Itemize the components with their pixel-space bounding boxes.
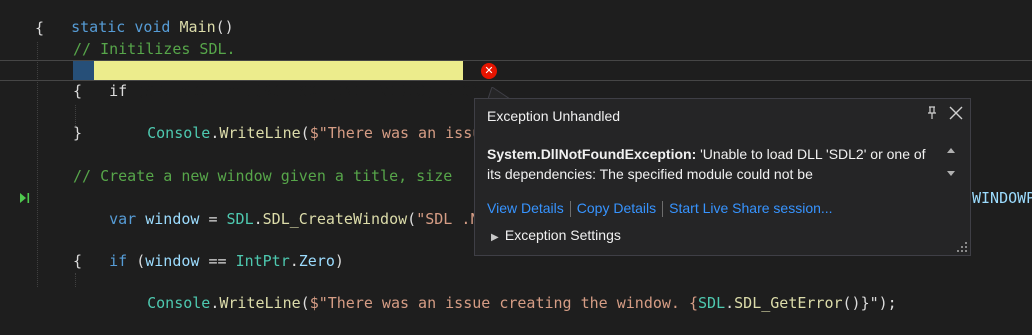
view-details-link[interactable]: View Details (487, 200, 564, 216)
exception-settings-toggle[interactable]: ▶ Exception Settings (491, 225, 621, 248)
resize-grip-icon[interactable] (957, 242, 967, 252)
pin-icon[interactable] (924, 105, 940, 121)
chevron-right-icon: ▶ (491, 232, 499, 243)
code-line[interactable]: { (73, 251, 82, 272)
message-scrollbar[interactable] (942, 142, 960, 184)
scroll-up-icon (947, 148, 955, 153)
popup-title: Exception Unhandled (487, 108, 621, 124)
code-line[interactable]: static void Main() (35, 0, 234, 36)
exception-line[interactable]: if (SDL.SDL_Init(SDL.SDL_INIT_VIDEO) < 0… (73, 60, 479, 100)
live-share-link[interactable]: Start Live Share session... (669, 200, 832, 216)
code-line-overflow[interactable]: WINDOWP (972, 188, 1032, 209)
error-icon[interactable]: ✕ (481, 63, 497, 79)
link-separator (569, 201, 571, 218)
code-line[interactable]: { (35, 18, 44, 39)
exception-message: System.DllNotFoundException: 'Unable to … (487, 144, 927, 184)
code-comment[interactable]: // Create a new window given a title, si… (73, 166, 452, 187)
code-line[interactable]: if (window == IntPtr.Zero) (73, 230, 344, 270)
exception-popup: Exception Unhandled System.DllNotFoundEx… (474, 98, 971, 256)
run-to-click-icon[interactable] (19, 191, 31, 205)
code-comment[interactable]: // Initilizes SDL. (73, 39, 236, 60)
exception-type: System.DllNotFoundException: (487, 146, 697, 162)
code-line[interactable]: } (73, 123, 82, 144)
close-icon[interactable] (948, 105, 964, 121)
copy-details-link[interactable]: Copy Details (577, 200, 656, 216)
code-line[interactable]: var window = SDL.SDL_CreateWindow("SDL .… (73, 188, 488, 228)
scroll-down-icon (947, 171, 955, 176)
code-line[interactable]: Console.WriteLine($"There was an issue (111, 102, 490, 142)
popup-links: View Details Copy Details Start Live Share… (487, 198, 833, 218)
code-line[interactable]: { (73, 81, 82, 102)
exception-settings-label: Exception Settings (504, 227, 621, 243)
code-line[interactable]: Console.WriteLine($"There was an issue c… (111, 272, 897, 312)
link-separator (662, 201, 664, 218)
